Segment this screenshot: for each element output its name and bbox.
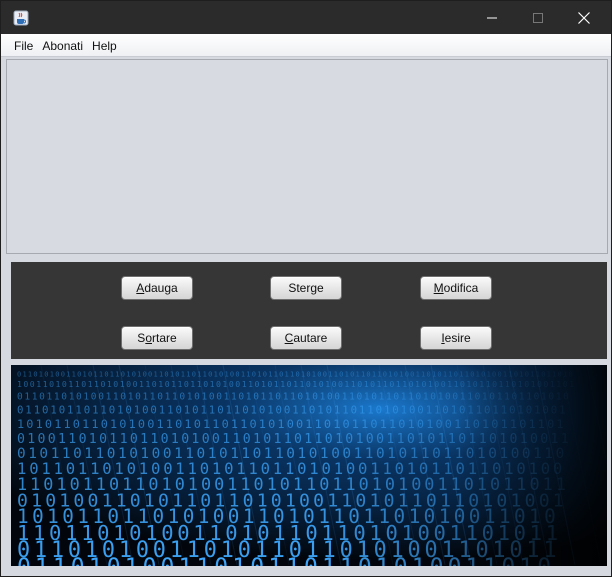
maximize-icon [533, 12, 543, 23]
bottom-strip [1, 567, 611, 576]
sortare-prefix: S [137, 331, 146, 345]
java-cup-icon [13, 10, 29, 26]
minimize-icon [487, 13, 497, 23]
cautare-button[interactable]: Cautare [270, 326, 342, 350]
sortare-label: rtare [152, 331, 177, 345]
cautare-label: autare [293, 331, 328, 345]
maximize-button[interactable] [515, 1, 561, 34]
title-bar[interactable] [1, 1, 611, 34]
close-button[interactable] [561, 1, 607, 34]
menu-file[interactable]: File [9, 35, 37, 55]
minimize-button[interactable] [469, 1, 515, 34]
modifica-button[interactable]: Modifica [420, 276, 492, 300]
menu-help[interactable]: Help [87, 35, 121, 55]
modifica-label: odifica [443, 281, 479, 295]
sortare-button[interactable]: So rtare [121, 326, 193, 350]
separator [3, 254, 609, 261]
sterge-label: Sterge [288, 281, 324, 295]
close-icon [578, 11, 590, 24]
iesire-label: esire [444, 331, 471, 345]
menu-abonati[interactable]: Abonati [37, 35, 87, 55]
sortare-mnemonic: o [145, 331, 152, 345]
binary-code-graphic: 0110101001101011011010100110101101101010… [11, 365, 607, 566]
button-panel: Adauga Sterge Modifica So rtare Cautare I… [11, 262, 607, 359]
iesire-button[interactable]: Iesire [420, 326, 492, 350]
content-area[interactable] [6, 59, 608, 254]
binary-code-image: 0110101001101011011010100110101101101010… [11, 365, 607, 566]
modifica-mnemonic: M [433, 281, 444, 295]
adauga-button[interactable]: Adauga [121, 276, 193, 300]
adauga-label: dauga [144, 281, 178, 295]
menu-bar: File Abonati Help [1, 34, 611, 57]
adauga-mnemonic: A [136, 281, 145, 295]
cautare-mnemonic: C [284, 331, 294, 345]
app-window: File Abonati Help Adauga Sterge Modifica… [0, 0, 612, 577]
sterge-button[interactable]: Sterge [270, 276, 342, 300]
